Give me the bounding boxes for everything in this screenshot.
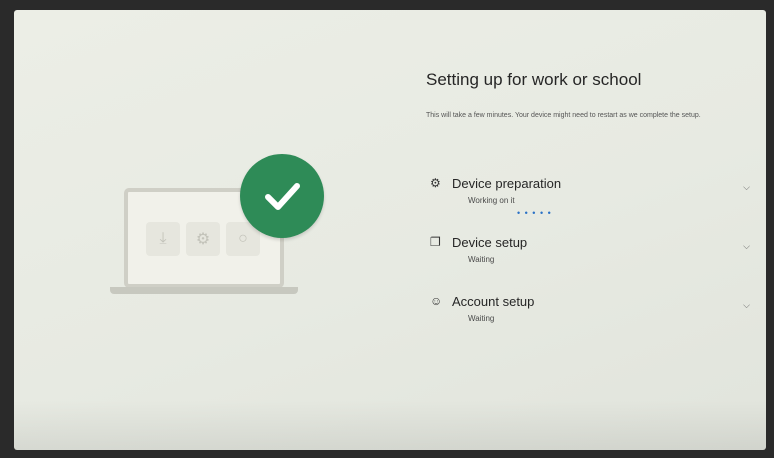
oobe-screen: ⤓ ⚙ ○ Setting up for work or school This… bbox=[14, 10, 766, 450]
gear-icon: ⚙ bbox=[430, 176, 441, 190]
step-device-preparation[interactable]: ⚙ Device preparation Working on it • • •… bbox=[430, 176, 750, 220]
page-subtitle: This will take a few minutes. Your devic… bbox=[426, 112, 701, 119]
chevron-down-icon[interactable]: ⌵ bbox=[743, 182, 750, 193]
checkmark-icon bbox=[240, 154, 324, 238]
laptop-base-graphic bbox=[110, 287, 298, 294]
laptop-illustration: ⤓ ⚙ ○ bbox=[110, 150, 326, 300]
people-icon: ☺ bbox=[430, 294, 443, 308]
bezel-shadow bbox=[14, 400, 766, 450]
step-label: Device preparation bbox=[452, 176, 562, 191]
step-status: Waiting bbox=[468, 255, 495, 264]
step-status: Working on it bbox=[468, 196, 515, 205]
progress-dots-indicator: • • • • • bbox=[517, 208, 552, 218]
chevron-down-icon[interactable]: ⌵ bbox=[743, 241, 750, 252]
step-label: Device setup bbox=[452, 235, 528, 250]
download-icon: ⤓ bbox=[146, 222, 180, 256]
step-status: Waiting bbox=[468, 314, 495, 323]
chevron-down-icon[interactable]: ⌵ bbox=[743, 300, 750, 311]
page-title: Setting up for work or school bbox=[426, 70, 642, 89]
step-device-setup[interactable]: ❐ Device setup Waiting ⌵ bbox=[430, 235, 750, 279]
step-label: Account setup bbox=[452, 294, 535, 309]
settings-icon: ⚙ bbox=[186, 222, 220, 256]
device-copy-icon: ❐ bbox=[430, 235, 441, 249]
step-account-setup[interactable]: ☺ Account setup Waiting ⌵ bbox=[430, 294, 750, 338]
